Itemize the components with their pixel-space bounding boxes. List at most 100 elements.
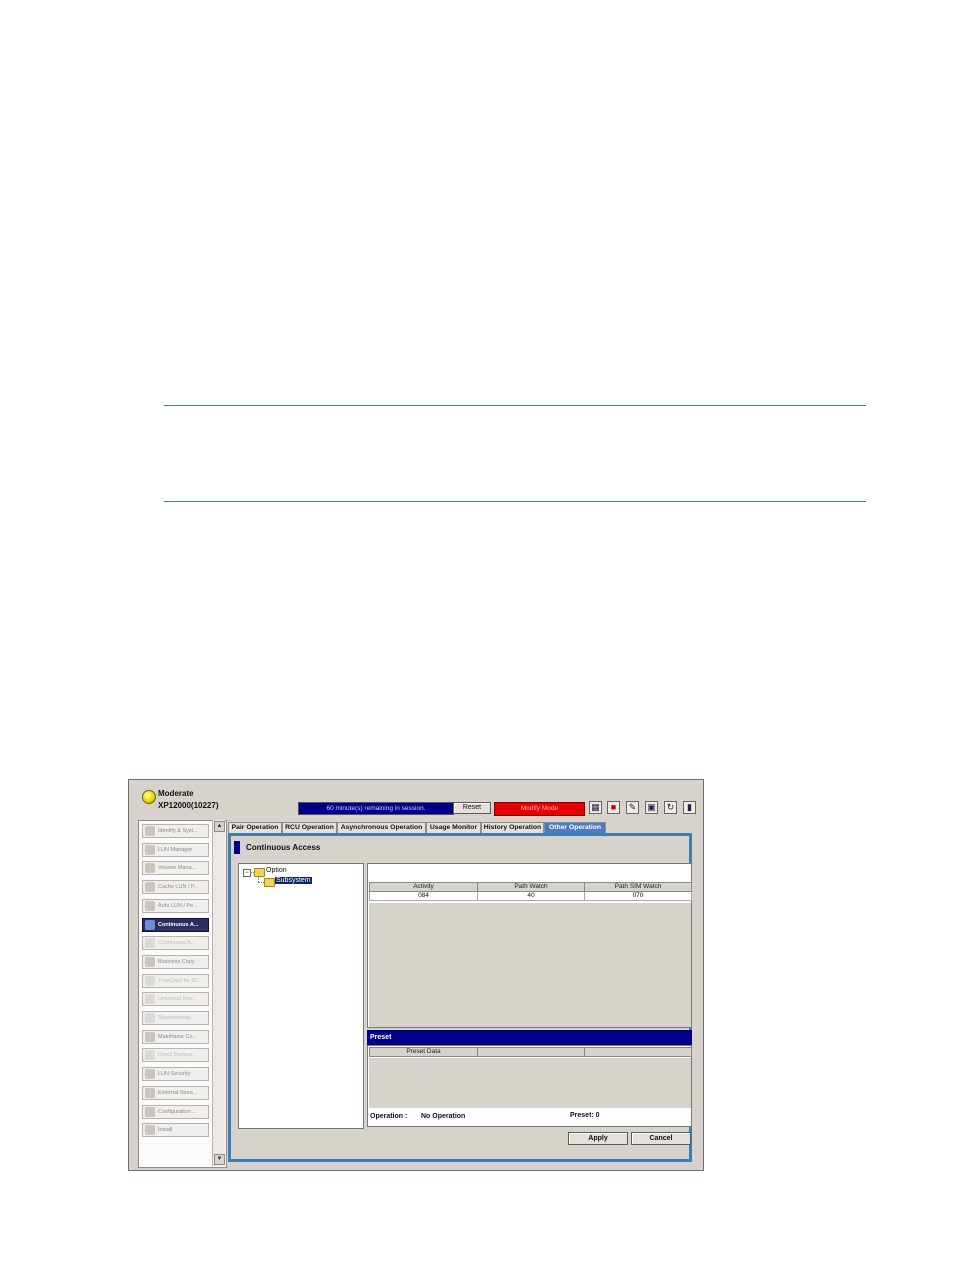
sidebar-item-label: Mainframe Co... — [158, 1033, 198, 1040]
save-icon[interactable]: ▦ — [589, 801, 602, 814]
sidebar-item-label: Continuous A... — [158, 940, 196, 947]
sidebar-item[interactable]: Universal Rep... — [142, 992, 209, 1007]
sidebar-item-icon — [145, 826, 155, 836]
preset-count: Preset: 0 — [570, 1112, 600, 1119]
cell-path-watch: 40 — [477, 891, 585, 901]
cell-path-sim-watch: 070 — [584, 891, 692, 901]
folder-icon — [254, 868, 265, 877]
sidebar-item-icon — [145, 994, 155, 1005]
sidebar-item[interactable]: Identify & Syst... — [142, 824, 209, 838]
sidebar-item-icon — [145, 919, 155, 930]
window-icon[interactable]: ▣ — [645, 801, 658, 814]
sidebar-item-icon — [145, 882, 155, 893]
sidebar-item[interactable]: Mainframe Co... — [142, 1029, 209, 1044]
exit-icon[interactable]: ▮ — [683, 801, 696, 814]
preset-area: Preset Data Operation : No Operation Pre… — [367, 1045, 692, 1127]
collapse-icon[interactable]: − — [243, 869, 251, 877]
preset-table: Preset Data — [369, 1047, 692, 1057]
sidebar-item-icon — [145, 1125, 155, 1136]
tree-node-option[interactable]: Option — [266, 867, 287, 874]
preset-header-row: Preset Data — [369, 1047, 692, 1057]
sidebar-scrollbar[interactable]: ▲ ▼ — [212, 820, 225, 1166]
divider-bottom — [164, 501, 866, 502]
tab-usage-monitor[interactable]: Usage Monitor — [426, 822, 481, 833]
column-header-path-watch[interactable]: Path Watch — [477, 882, 585, 892]
edit-icon[interactable]: ✎ — [626, 801, 639, 814]
table-row[interactable]: 084 40 070 — [369, 891, 692, 901]
sidebar-item-label: LUN Manager — [158, 846, 193, 853]
preset-header: Preset — [367, 1030, 692, 1045]
sidebar-item[interactable]: LUN Manager — [142, 842, 209, 857]
sidebar-item[interactable]: Continuous A... — [142, 917, 209, 932]
sidebar-item-icon — [145, 863, 155, 874]
sidebar-item[interactable]: Install — [142, 1123, 209, 1138]
table-header-row: Activity Path Watch Path SIM Watch — [369, 882, 692, 892]
sidebar-item-icon — [145, 900, 155, 911]
sidebar-item-icon — [145, 1106, 155, 1117]
sidebar-item-label: Cache LUN / P... — [158, 884, 199, 891]
sidebar-item[interactable]: TrueCopy for IO... — [142, 973, 209, 988]
sidebar-item-icon — [145, 1031, 155, 1042]
sidebar-item[interactable]: ShadowImag... — [142, 1011, 209, 1025]
tab-pair-operation[interactable]: Pair Operation — [228, 822, 282, 833]
sidebar-item-label: Configuration ... — [158, 1108, 197, 1115]
sidebar-item-icon — [145, 1069, 155, 1080]
sidebar-item[interactable]: Auto LUN / Pe... — [142, 898, 209, 913]
sidebar-item-icon — [145, 1013, 155, 1023]
column-header-path-sim-watch[interactable]: Path SIM Watch — [584, 882, 692, 892]
column-header-preset-2[interactable] — [477, 1047, 585, 1057]
scroll-up-icon[interactable]: ▲ — [214, 821, 225, 832]
continuous-access-panel: Continuous Access − Option Subsystem Act… — [228, 833, 692, 1162]
sidebar-item-label: Auto LUN / Pe... — [158, 902, 198, 909]
sidebar-item[interactable]: Cache LUN / P... — [142, 880, 209, 895]
system-name: XP12000(10227) — [158, 801, 219, 810]
tree-node-subsystem[interactable]: Subsystem — [275, 877, 312, 884]
sidebar-item-icon — [145, 844, 155, 855]
preset-empty-area — [369, 1058, 691, 1108]
panel-title: Continuous Access — [246, 843, 321, 852]
sidebar-item[interactable]: Configuration ... — [142, 1104, 209, 1119]
tab-other-operation[interactable]: Other Operation — [544, 822, 606, 833]
sidebar-item-label: External Stora... — [158, 1089, 198, 1096]
apply-button[interactable]: Apply — [568, 1132, 628, 1145]
operation-label: Operation : — [370, 1113, 408, 1120]
column-header-preset-data[interactable]: Preset Data — [369, 1047, 478, 1057]
refresh-icon[interactable]: ↻ — [664, 801, 677, 814]
sidebar-item-label: Install — [158, 1127, 173, 1134]
session-timer: 60 minute(s) remaining in session. — [298, 802, 454, 815]
floppy-icon[interactable]: ■ — [607, 801, 620, 814]
sidebar-item-icon — [145, 956, 155, 967]
column-header-preset-3[interactable] — [584, 1047, 692, 1057]
sidebar-item-label: Universal Rep... — [158, 996, 198, 1003]
settings-table: Activity Path Watch Path SIM Watch 084 4… — [369, 882, 692, 901]
table-empty-area — [369, 903, 691, 1027]
operation-value: No Operation — [421, 1113, 466, 1120]
sidebar-item[interactable]: Volume Mana... — [142, 861, 209, 876]
column-header-activity[interactable]: Activity — [369, 882, 478, 892]
sidebar-item[interactable]: Business Copy — [142, 954, 209, 969]
cancel-button[interactable]: Cancel — [631, 1132, 691, 1145]
sidebar-item-label: ShadowImag... — [158, 1015, 195, 1021]
tab-rcu-operation[interactable]: RCU Operation — [282, 822, 337, 833]
sidebar-item[interactable]: Direct Backup... — [142, 1048, 209, 1063]
sidebar-item-label: TrueCopy for IO... — [158, 977, 202, 984]
sidebar-item[interactable]: LUN Security — [142, 1067, 209, 1082]
sidebar-item-label: Direct Backup... — [158, 1052, 197, 1059]
status-text: Moderate — [158, 789, 194, 798]
sidebar-item-icon — [145, 938, 155, 949]
sidebar-item[interactable]: Continuous A... — [142, 936, 209, 951]
sidebar-item-icon — [145, 1087, 155, 1098]
sidebar-item-label: Identify & Syst... — [158, 828, 198, 834]
settings-area: Activity Path Watch Path SIM Watch 084 4… — [367, 863, 692, 1028]
sidebar-item[interactable]: External Stora... — [142, 1085, 209, 1100]
sidebar-item-icon — [145, 1050, 155, 1061]
tab-history-operation[interactable]: History Operation — [481, 822, 544, 833]
scroll-down-icon[interactable]: ▼ — [214, 1154, 225, 1165]
panel-marker — [234, 841, 240, 854]
option-tree: − Option Subsystem — [238, 863, 364, 1129]
mode-indicator[interactable]: Modify Mode — [494, 802, 585, 816]
sidebar-item-icon — [145, 975, 155, 986]
reset-button[interactable]: Reset — [453, 802, 491, 814]
tab-asynchronous-operation[interactable]: Asynchronous Operation — [337, 822, 426, 833]
divider-top — [164, 405, 866, 406]
